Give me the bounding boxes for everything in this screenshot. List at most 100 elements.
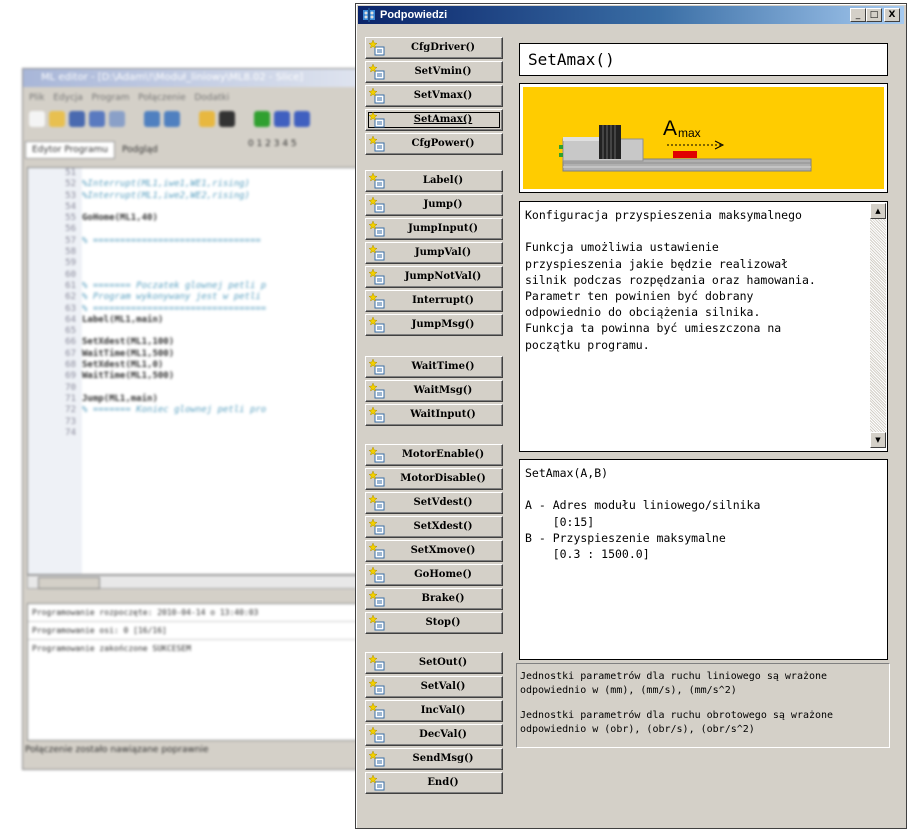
function-icon [369, 519, 385, 535]
vertical-scrollbar[interactable]: ▲ ▼ [870, 203, 886, 448]
button-jump-not-val[interactable]: JumpNotVal() [365, 266, 503, 288]
button-end[interactable]: End() [365, 772, 503, 794]
button-label: CfgPower() [411, 138, 475, 149]
undo-icon[interactable] [144, 111, 161, 127]
line-number: 65 [65, 326, 76, 337]
button-wait-msg[interactable]: WaitMsg() [365, 380, 503, 402]
log-line: Programowanie rozpoczęte: 2010-04-14 o 1… [28, 604, 358, 622]
button-label: SetAmax() [413, 114, 473, 125]
menu-item[interactable]: Dodatki [194, 93, 229, 103]
button-label: IncVal() [420, 705, 466, 716]
button-jump[interactable]: Jump() [365, 194, 503, 216]
button-cfg-power[interactable]: CfgPower() [365, 133, 503, 155]
code-text: % ================================ [82, 303, 267, 314]
channel-checkboxes[interactable]: 0 1 2 3 4 5 [248, 139, 297, 149]
code-text: Label(ML1,main) [82, 314, 164, 325]
code-line: 52 %Interrupt(ML1,iwe1,WE1,rising) [28, 179, 358, 190]
menu-item[interactable]: Program [92, 93, 130, 103]
button-jump-val[interactable]: JumpVal() [365, 242, 503, 264]
code-lines: 51 52 %Interrupt(ML1,iwe1,WE1,rising) 53 %In… [28, 168, 358, 439]
button-brake[interactable]: Brake() [365, 588, 503, 610]
stop-icon[interactable] [219, 111, 236, 127]
editor-toolbar [27, 109, 361, 131]
code-line: 54 [28, 202, 358, 213]
button-set-vmax[interactable]: SetVmax() [365, 85, 503, 107]
code-text: % =============================== [82, 235, 261, 246]
button-label: JumpMsg() [411, 319, 475, 330]
new-file-icon[interactable] [29, 111, 45, 127]
button-set-out[interactable]: SetOut() [365, 652, 503, 674]
menu-item[interactable]: Edycja [53, 93, 83, 103]
tab-program-editor[interactable]: Edytor Programu [25, 141, 115, 159]
button-set-amax[interactable]: SetAmax() [365, 109, 503, 131]
app-icon [363, 8, 375, 22]
code-line: 51 [28, 168, 358, 179]
redo-icon[interactable] [164, 111, 181, 127]
button-motor-disable[interactable]: MotorDisable() [365, 468, 503, 490]
scroll-up-icon[interactable]: ▲ [870, 203, 886, 219]
button-stop[interactable]: Stop() [365, 612, 503, 634]
scroll-down-icon[interactable]: ▼ [870, 432, 886, 448]
tab-preview[interactable]: Podgląd [115, 141, 165, 159]
save-icon[interactable] [69, 111, 85, 127]
open-folder-icon[interactable] [49, 111, 65, 127]
button-label[interactable]: Label() [365, 170, 503, 192]
dialog-titlebar[interactable]: Podpowiedzi _ □ X [358, 6, 904, 24]
line-number: 56 [65, 224, 76, 235]
button-interrupt[interactable]: Interrupt() [365, 290, 503, 312]
button-motor-enable[interactable]: MotorEnable() [365, 444, 503, 466]
code-line: 67 WaitTime(ML1,500) [28, 349, 358, 360]
button-wait-time[interactable]: WaitTime() [365, 356, 503, 378]
button-go-home[interactable]: GoHome() [365, 564, 503, 586]
hints-dialog: Podpowiedzi _ □ X CfgDriver() SetVmin() Se… [355, 3, 907, 829]
button-set-xmove[interactable]: SetXmove() [365, 540, 503, 562]
save-all-icon[interactable] [89, 111, 105, 127]
print-icon[interactable] [109, 111, 125, 127]
button-inc-val[interactable]: IncVal() [365, 700, 503, 722]
code-text: % ======= Koniec glownej petli pro [82, 405, 267, 416]
description-text: Konfiguracja przyspieszenia maksymalnego… [525, 208, 816, 352]
description-panel: Konfiguracja przyspieszenia maksymalnego… [519, 201, 888, 452]
line-number: 60 [65, 269, 76, 280]
button-jump-msg[interactable]: JumpMsg() [365, 314, 503, 336]
button-send-msg[interactable]: SendMsg() [365, 748, 503, 770]
line-number: 57 [65, 235, 76, 246]
scroll-thumb[interactable] [38, 577, 100, 589]
button-set-xdest[interactable]: SetXdest() [365, 516, 503, 538]
function-icon [369, 543, 385, 559]
maximize-button[interactable]: □ [866, 8, 882, 22]
close-button[interactable]: X [884, 8, 900, 22]
code-line: 72 % ======= Koniec glownej petli pro [28, 405, 358, 416]
line-number: 63 [65, 303, 76, 314]
step-icon[interactable] [294, 111, 311, 127]
button-label: Brake() [421, 593, 465, 604]
code-editor[interactable]: 51 52 %Interrupt(ML1,iwe1,WE1,rising) 53 %In… [27, 167, 359, 575]
dialog-title: Podpowiedzi [380, 9, 448, 21]
button-set-vmin[interactable]: SetVmin() [365, 61, 503, 83]
code-line: 59 [28, 258, 358, 269]
code-text: WaitTime(ML1,500) [82, 348, 175, 359]
menu-item[interactable]: Plik [29, 93, 45, 103]
button-label: JumpInput() [408, 223, 478, 234]
button-label: Label() [422, 175, 464, 186]
run-icon[interactable] [254, 111, 271, 127]
button-label: SetVmax() [413, 90, 473, 101]
menu-item[interactable]: Połączenie [138, 93, 186, 103]
button-dec-val[interactable]: DecVal() [365, 724, 503, 746]
code-line: 71 Jump(ML1,main) [28, 394, 358, 405]
button-jump-input[interactable]: JumpInput() [365, 218, 503, 240]
button-set-val[interactable]: SetVal() [365, 676, 503, 698]
illustration-panel: A max [519, 83, 888, 193]
code-text: SetXdest(ML1,0) [82, 360, 164, 371]
horizontal-scrollbar[interactable] [27, 575, 359, 589]
line-number: 55 [65, 213, 76, 224]
pause-icon[interactable] [274, 111, 291, 127]
settings-icon[interactable] [199, 111, 216, 127]
button-wait-input[interactable]: WaitInput() [365, 404, 503, 426]
code-line: 63 % ================================ [28, 304, 358, 315]
button-cfg-driver[interactable]: CfgDriver() [365, 37, 503, 59]
button-set-vdest[interactable]: SetVdest() [365, 492, 503, 514]
minimize-button[interactable]: _ [850, 8, 866, 22]
button-group: CfgDriver() SetVmin() SetVmax() SetAmax() Cf… [365, 37, 503, 157]
function-icon [369, 245, 385, 261]
